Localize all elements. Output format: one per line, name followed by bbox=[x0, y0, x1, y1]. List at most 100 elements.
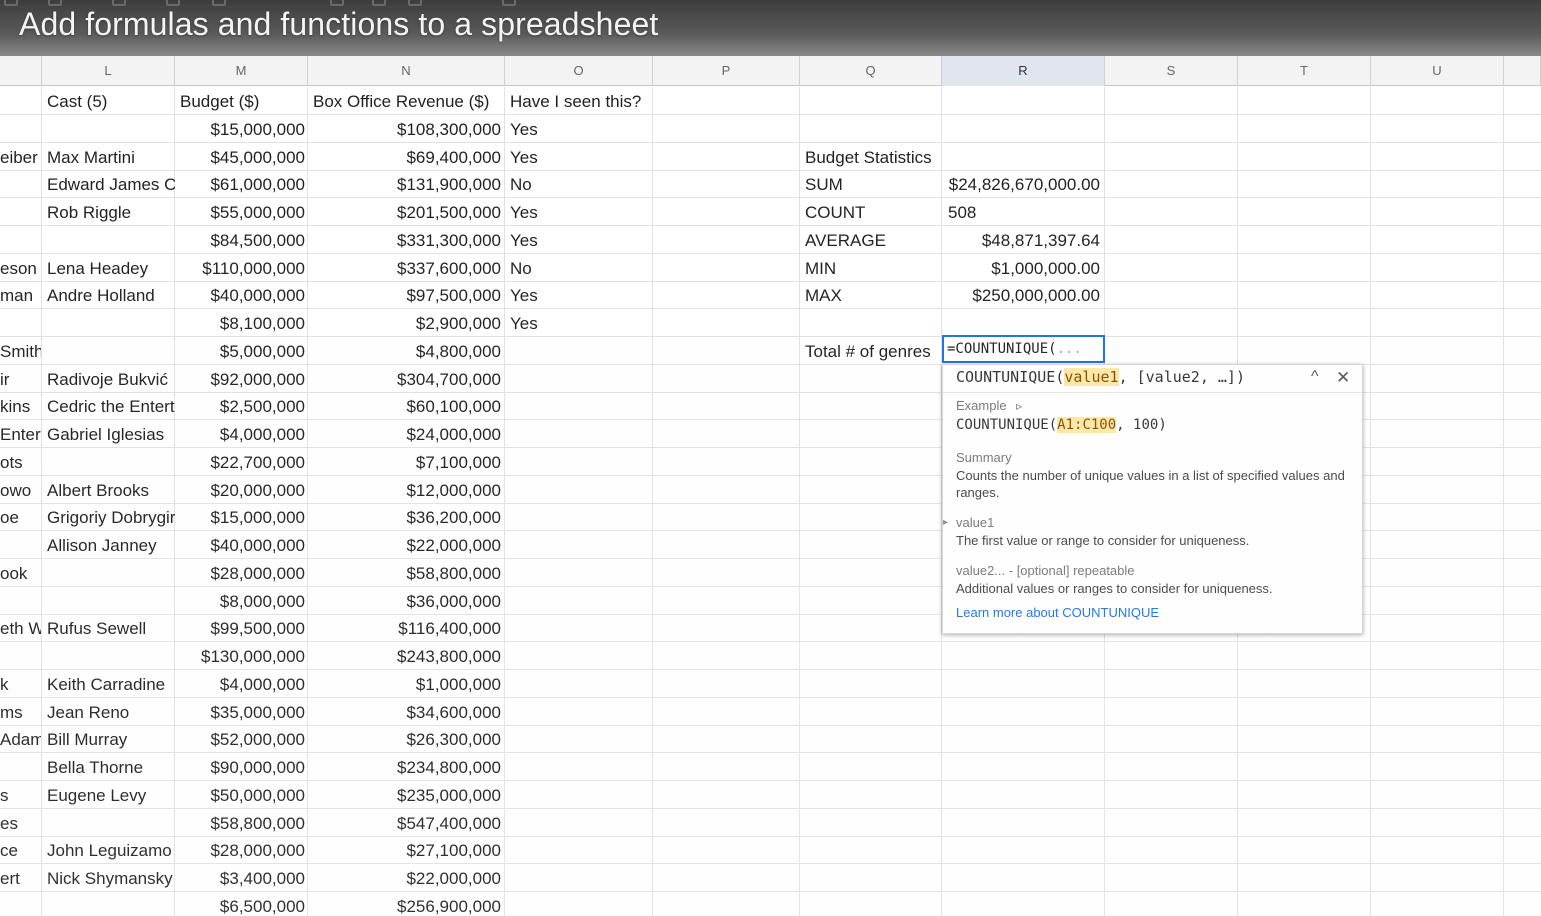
cell-budget[interactable]: $6,500,000 bbox=[175, 893, 305, 916]
cell-k[interactable]: ir bbox=[0, 366, 41, 393]
cell-seen[interactable] bbox=[510, 504, 653, 531]
cell-seen[interactable] bbox=[510, 338, 653, 365]
cell-revenue[interactable]: $60,100,000 bbox=[308, 393, 501, 420]
cell-cast[interactable] bbox=[47, 588, 175, 615]
cell-revenue[interactable]: $12,000,000 bbox=[308, 477, 501, 504]
cell-cast[interactable]: Rufus Sewell bbox=[47, 615, 175, 642]
cell-cast[interactable]: Lena Headey bbox=[47, 255, 175, 282]
cell-revenue[interactable]: $243,800,000 bbox=[308, 643, 501, 670]
cell-revenue[interactable]: $34,600,000 bbox=[308, 699, 501, 726]
collapse-icon[interactable]: ^ bbox=[1311, 368, 1319, 386]
cell-k[interactable] bbox=[0, 116, 41, 143]
cell-budget[interactable]: $52,000,000 bbox=[175, 726, 305, 753]
stats-label-cell[interactable]: MAX bbox=[805, 282, 942, 309]
cell-budget[interactable]: $15,000,000 bbox=[175, 116, 305, 143]
cell-budget[interactable]: $20,000,000 bbox=[175, 477, 305, 504]
cell-seen[interactable]: No bbox=[510, 255, 653, 282]
cell-revenue[interactable]: $69,400,000 bbox=[308, 144, 501, 171]
cell-seen[interactable] bbox=[510, 366, 653, 393]
cell-seen[interactable] bbox=[510, 643, 653, 670]
cell-seen[interactable] bbox=[510, 782, 653, 809]
cell-cast[interactable] bbox=[47, 116, 175, 143]
cell-revenue[interactable]: $201,500,000 bbox=[308, 199, 501, 226]
cell-revenue[interactable]: $256,900,000 bbox=[308, 893, 501, 916]
cell-budget[interactable]: $28,000,000 bbox=[175, 560, 305, 587]
cell-budget[interactable]: $92,000,000 bbox=[175, 366, 305, 393]
cell-cast[interactable] bbox=[47, 560, 175, 587]
cell-revenue[interactable]: $547,400,000 bbox=[308, 810, 501, 837]
cell-cast[interactable]: Eugene Levy bbox=[47, 782, 175, 809]
cell-cast[interactable]: Keith Carradine bbox=[47, 671, 175, 698]
cell-revenue[interactable]: $234,800,000 bbox=[308, 754, 501, 781]
cell-cast[interactable] bbox=[47, 449, 175, 476]
cell-cast[interactable]: Cedric the Entert bbox=[47, 393, 175, 420]
cell-seen[interactable] bbox=[510, 699, 653, 726]
cell-k[interactable]: owo bbox=[0, 477, 41, 504]
cell-seen[interactable] bbox=[510, 810, 653, 837]
cell-revenue[interactable]: $304,700,000 bbox=[308, 366, 501, 393]
cell-budget[interactable]: $99,500,000 bbox=[175, 615, 305, 642]
cell-seen[interactable] bbox=[510, 837, 653, 864]
cell-k[interactable] bbox=[0, 588, 41, 615]
cell-k[interactable]: oe bbox=[0, 504, 41, 531]
cell-revenue[interactable]: $331,300,000 bbox=[308, 227, 501, 254]
cell-budget[interactable]: $4,000,000 bbox=[175, 421, 305, 448]
stats-title-cell[interactable]: Budget Statistics bbox=[805, 144, 942, 171]
cell-revenue[interactable]: $4,800,000 bbox=[308, 338, 501, 365]
cell-budget[interactable]: $55,000,000 bbox=[175, 199, 305, 226]
cell-budget[interactable]: $84,500,000 bbox=[175, 227, 305, 254]
cell-k[interactable]: ms bbox=[0, 699, 41, 726]
stats-value-cell[interactable]: $48,871,397.64 bbox=[942, 227, 1100, 254]
cell-cast[interactable] bbox=[47, 338, 175, 365]
cell-seen[interactable]: Yes bbox=[510, 310, 653, 337]
cell-k[interactable]: man bbox=[0, 282, 41, 309]
column-header-o[interactable]: O bbox=[505, 56, 653, 86]
cell-seen[interactable] bbox=[510, 671, 653, 698]
cell-k[interactable]: ert bbox=[0, 865, 41, 892]
cell-budget[interactable]: $110,000,000 bbox=[175, 255, 305, 282]
column-header-r[interactable]: R bbox=[942, 56, 1105, 86]
stats-label-cell[interactable]: COUNT bbox=[805, 199, 942, 226]
formula-cell-editor[interactable]: =COUNTUNIQUE(... bbox=[942, 335, 1105, 363]
cell-revenue[interactable]: $24,000,000 bbox=[308, 421, 501, 448]
cell-cast[interactable]: Rob Riggle bbox=[47, 199, 175, 226]
cell-k[interactable] bbox=[0, 643, 41, 670]
cell-seen[interactable] bbox=[510, 865, 653, 892]
cell-cast[interactable]: Gabriel Iglesias bbox=[47, 421, 175, 448]
cell-cast[interactable]: Grigoriy Dobrygir bbox=[47, 504, 175, 531]
cell-cast[interactable] bbox=[47, 227, 175, 254]
cell-cast[interactable]: Edward James C bbox=[47, 171, 175, 198]
stats-label-cell[interactable]: AVERAGE bbox=[805, 227, 942, 254]
column-header-k[interactable] bbox=[0, 56, 42, 86]
cell-k[interactable]: ook bbox=[0, 560, 41, 587]
column-header-q[interactable]: Q bbox=[800, 56, 942, 86]
header-budget-cell[interactable]: Budget ($) bbox=[180, 88, 306, 115]
cell-revenue[interactable]: $36,200,000 bbox=[308, 504, 501, 531]
cell-cast[interactable]: Bella Thorne bbox=[47, 754, 175, 781]
cell-revenue[interactable]: $36,000,000 bbox=[308, 588, 501, 615]
cell-cast[interactable] bbox=[47, 643, 175, 670]
cell-budget[interactable]: $50,000,000 bbox=[175, 782, 305, 809]
cell-k[interactable]: eson bbox=[0, 255, 41, 282]
cell-seen[interactable] bbox=[510, 421, 653, 448]
cell-k[interactable] bbox=[0, 310, 41, 337]
cell-seen[interactable]: No bbox=[510, 171, 653, 198]
cell-budget[interactable]: $8,100,000 bbox=[175, 310, 305, 337]
cell-budget[interactable]: $8,000,000 bbox=[175, 588, 305, 615]
cell-budget[interactable]: $5,000,000 bbox=[175, 338, 305, 365]
cell-budget[interactable]: $2,500,000 bbox=[175, 393, 305, 420]
cell-seen[interactable]: Yes bbox=[510, 144, 653, 171]
cell-budget[interactable]: $58,800,000 bbox=[175, 810, 305, 837]
cell-k[interactable] bbox=[0, 754, 41, 781]
cell-seen[interactable] bbox=[510, 532, 653, 559]
cell-cast[interactable]: Bill Murray bbox=[47, 726, 175, 753]
cell-budget[interactable]: $35,000,000 bbox=[175, 699, 305, 726]
cell-cast[interactable] bbox=[47, 810, 175, 837]
cell-cast[interactable]: Jean Reno bbox=[47, 699, 175, 726]
cell-k[interactable]: k bbox=[0, 671, 41, 698]
stats-value-cell[interactable]: $250,000,000.00 bbox=[942, 282, 1100, 309]
cell-budget[interactable]: $4,000,000 bbox=[175, 671, 305, 698]
cell-seen[interactable] bbox=[510, 449, 653, 476]
cell-budget[interactable]: $22,700,000 bbox=[175, 449, 305, 476]
cell-k[interactable]: Adams bbox=[0, 726, 41, 753]
